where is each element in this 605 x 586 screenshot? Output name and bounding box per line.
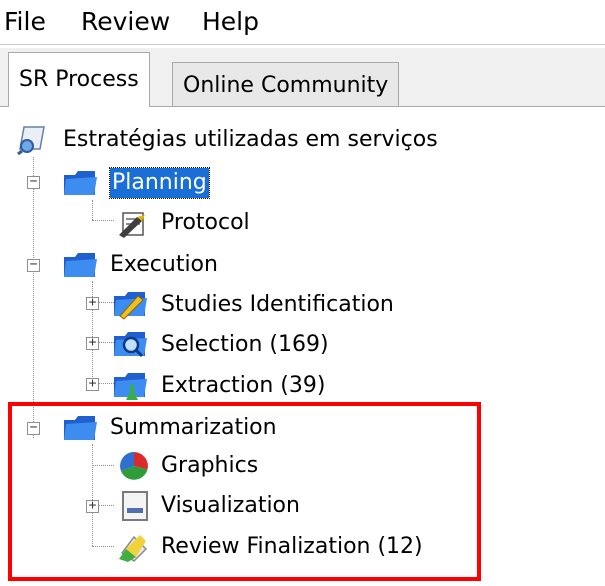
selection-icon <box>112 328 148 360</box>
menu-bar: File Review Help <box>0 0 605 45</box>
extraction-expander[interactable]: + <box>86 377 99 391</box>
folder-icon <box>62 167 98 199</box>
tree-node-summarization[interactable]: Summarization <box>110 413 277 443</box>
tab-sr-process[interactable]: SR Process <box>8 52 150 107</box>
selection-expander[interactable]: + <box>86 336 99 350</box>
summarization-expander[interactable]: − <box>27 421 40 435</box>
planning-expander[interactable]: − <box>27 175 40 189</box>
protocol-icon <box>115 207 151 239</box>
search-document-icon <box>16 123 52 156</box>
menu-help[interactable]: Help <box>202 6 259 38</box>
pie-chart-icon <box>117 450 153 482</box>
review-tree: Estratégias utilizadas em serviços − Pla… <box>0 107 605 586</box>
tree-node-visualization[interactable]: Visualization <box>161 491 300 521</box>
menu-review[interactable]: Review <box>81 6 170 38</box>
folder-icon <box>62 249 98 281</box>
tree-node-graphics[interactable]: Graphics <box>161 451 258 481</box>
visualization-expander[interactable]: + <box>86 499 99 513</box>
review-finalization-icon <box>116 531 152 563</box>
extraction-icon <box>112 369 148 401</box>
tree-node-protocol[interactable]: Protocol <box>161 208 250 238</box>
tree-node-review-finalization[interactable]: Review Finalization (12) <box>161 532 423 562</box>
folder-icon <box>62 412 98 444</box>
visualization-window-icon <box>120 490 156 522</box>
studies-identification-icon <box>112 288 148 320</box>
tree-root-label[interactable]: Estratégias utilizadas em serviços <box>63 125 438 155</box>
studies-identification-expander[interactable]: + <box>86 296 99 310</box>
tree-node-extraction[interactable]: Extraction (39) <box>161 371 325 401</box>
tree-node-execution[interactable]: Execution <box>110 250 218 280</box>
tree-node-selection[interactable]: Selection (169) <box>161 330 329 360</box>
tree-node-planning[interactable]: Planning <box>109 167 210 199</box>
execution-expander[interactable]: − <box>27 258 40 272</box>
tab-online-community[interactable]: Online Community <box>172 62 400 106</box>
menu-file[interactable]: File <box>4 6 46 38</box>
tree-node-studies-identification[interactable]: Studies Identification <box>161 290 394 320</box>
